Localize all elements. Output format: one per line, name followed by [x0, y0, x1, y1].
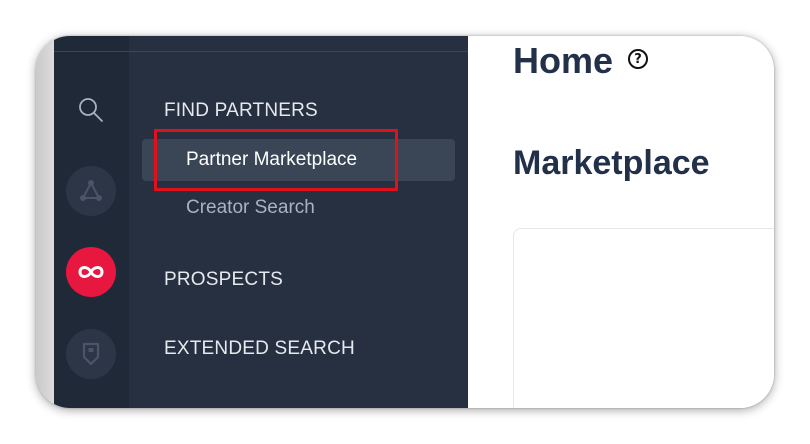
rail-network[interactable]	[66, 166, 116, 216]
left-edge	[36, 36, 54, 408]
search-icon	[79, 98, 103, 122]
nav-item-creator-search[interactable]: Creator Search	[186, 197, 315, 219]
help-icon[interactable]: ?	[628, 49, 648, 69]
nav-heading-find-partners[interactable]: FIND PARTNERS	[164, 100, 318, 122]
rail-brand[interactable]	[66, 247, 116, 297]
nav-heading-prospects[interactable]: PROSPECTS	[164, 269, 283, 291]
infinity-icon	[78, 266, 104, 278]
shield-icon	[82, 342, 100, 366]
highlight-box	[154, 129, 398, 191]
page-title: Home	[513, 40, 614, 81]
divider	[54, 51, 468, 52]
app-window: FIND PARTNERS Partner Marketplace Creato…	[36, 36, 774, 408]
section-title: Marketplace	[513, 144, 710, 182]
marketplace-card	[513, 228, 774, 408]
rail-search[interactable]	[66, 85, 116, 135]
rail-shield[interactable]	[66, 329, 116, 379]
network-icon	[80, 180, 102, 201]
nav-heading-extended-search[interactable]: EXTENDED SEARCH	[164, 338, 355, 360]
